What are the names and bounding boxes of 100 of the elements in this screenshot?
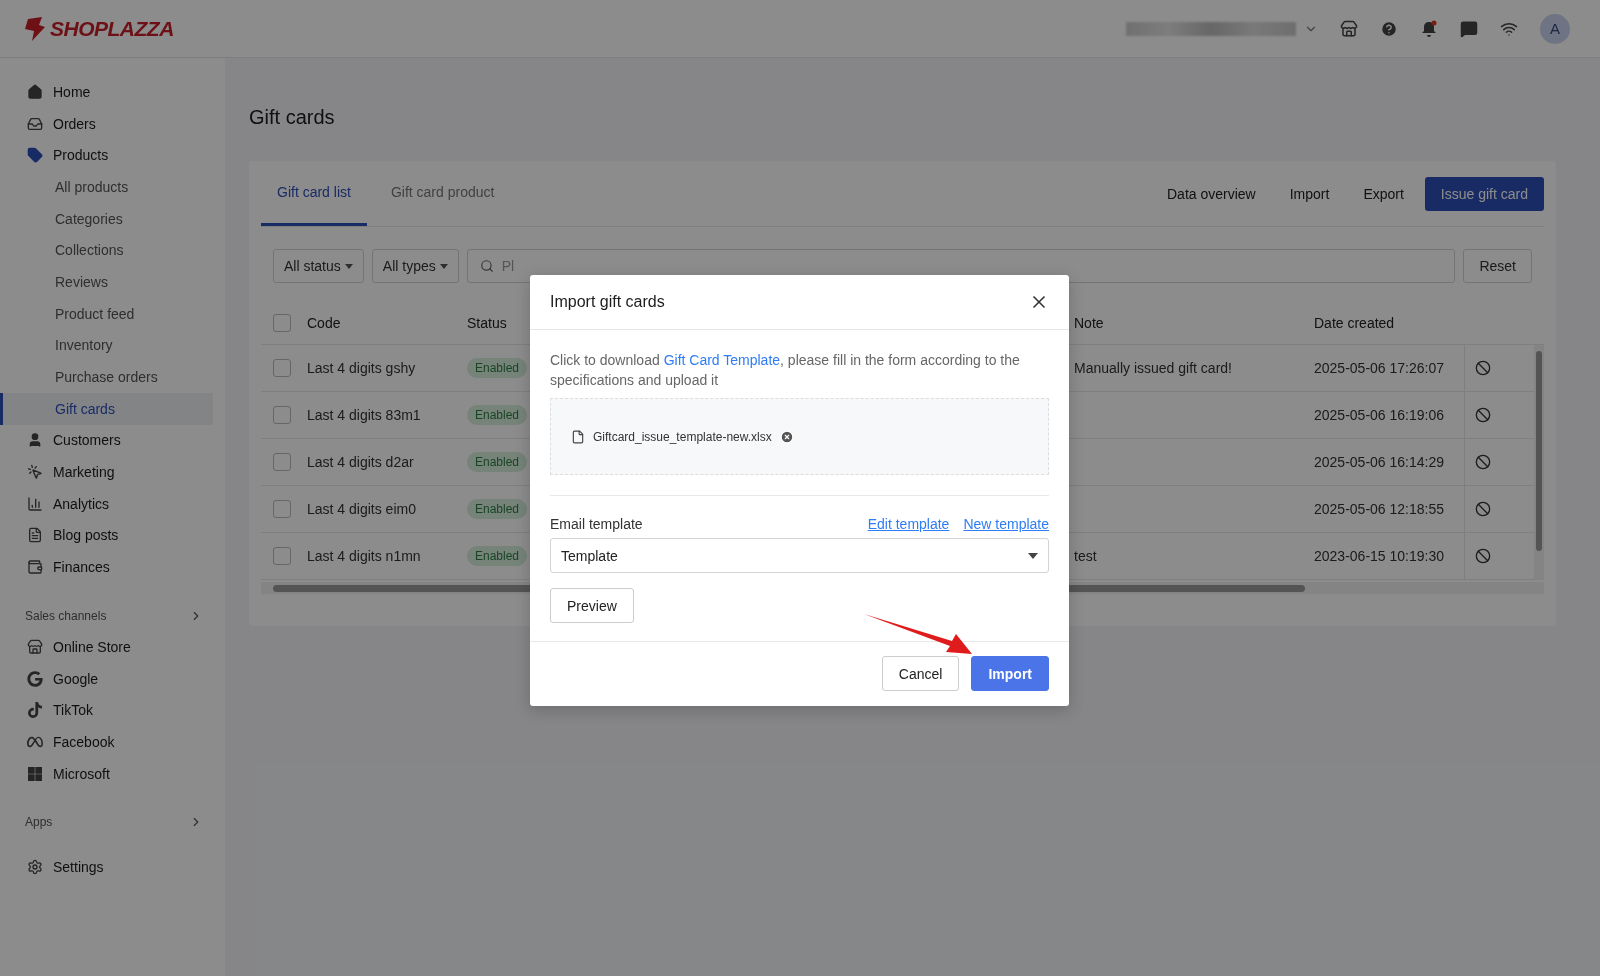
sidebar-item[interactable]: Finances (0, 551, 213, 583)
chat-icon[interactable] (1460, 19, 1478, 38)
table-cell: 2025-05-06 17:26:07 (1314, 360, 1444, 376)
action-button[interactable]: Data overview (1150, 185, 1273, 202)
table-cell: test (1074, 548, 1097, 564)
note-logo-icon (27, 702, 43, 719)
checkbox[interactable] (273, 359, 291, 377)
sidebar-item[interactable]: Analytics (0, 487, 213, 520)
sidebar-item[interactable]: Online Store (0, 631, 213, 663)
search-icon (479, 259, 494, 273)
import-button[interactable]: Import (971, 656, 1049, 691)
settings-icon (27, 859, 43, 876)
wallet-icon (27, 559, 43, 576)
pointer-icon (27, 464, 43, 481)
logo-icon (24, 16, 46, 41)
g-logo-icon (27, 670, 43, 687)
sidebar-item[interactable]: Home (0, 76, 213, 108)
sidebar-subitem[interactable]: Gift cards (0, 392, 213, 425)
checkbox[interactable] (273, 406, 291, 424)
help-icon[interactable] (1380, 19, 1398, 38)
logo-text: SHOPLAZZA (50, 16, 174, 41)
person-icon (27, 432, 43, 449)
caret-icon (439, 263, 448, 269)
column-header: Date created (1314, 314, 1395, 331)
disable-icon[interactable] (1475, 454, 1491, 470)
file-icon (571, 429, 585, 444)
column-header: Code (307, 314, 341, 331)
house-icon (27, 83, 43, 100)
inbox-icon (27, 115, 43, 132)
tab[interactable]: Gift card list (261, 161, 367, 226)
sidebar-subitem[interactable]: All products (0, 171, 213, 203)
avatar[interactable]: A (1540, 13, 1570, 44)
sidebar-item[interactable]: Google (0, 662, 213, 695)
document-icon (27, 527, 43, 544)
scrollbar-thumb[interactable] (1536, 351, 1542, 551)
caret-icon (1028, 552, 1038, 559)
sidebar-subitem[interactable]: Product feed (0, 297, 213, 330)
sidebar-subitem[interactable]: Categories (0, 202, 213, 235)
table-cell: Last 4 digits eim0 (307, 501, 416, 517)
store-icon[interactable] (1340, 19, 1358, 38)
template-link[interactable]: Gift Card Template (663, 352, 781, 368)
table-cell: Manually issued gift card! (1074, 360, 1232, 376)
store-icon (27, 638, 43, 655)
search-placeholder: Pl (501, 258, 515, 274)
tag-icon (27, 147, 43, 164)
sidebar-subitem[interactable]: Purchase orders (0, 361, 213, 393)
status-badge: Enabled (467, 405, 528, 425)
disable-icon[interactable] (1475, 501, 1491, 517)
bar-chart-icon (27, 495, 43, 512)
scrollbar-track[interactable] (1534, 345, 1544, 580)
action-button[interactable]: Import (1272, 185, 1347, 202)
checkbox[interactable] (273, 547, 291, 565)
action-button[interactable]: Export (1346, 185, 1421, 202)
upload-area[interactable]: Giftcard_issue_template-new.xlsx (550, 398, 1049, 475)
issue-gift-card-button[interactable]: Issue gift card (1424, 176, 1544, 211)
filter-dropdown[interactable]: All types (371, 249, 459, 283)
windows-logo-icon (27, 765, 43, 782)
page-title: Gift cards (249, 106, 336, 129)
file-name: Giftcard_issue_template-new.xlsx (593, 429, 772, 444)
column-header: Note (1074, 314, 1104, 331)
sidebar-subitem[interactable]: Collections (0, 234, 213, 267)
sidebar-item[interactable]: Orders (0, 107, 213, 140)
sidebar-item[interactable]: Blog posts (0, 519, 213, 552)
checkbox[interactable] (273, 453, 291, 471)
section-heading: Apps (25, 815, 53, 830)
sidebar-item[interactable]: Products (0, 139, 213, 172)
field-label: Email template (550, 516, 643, 532)
status-badge: Enabled (467, 499, 528, 519)
status-badge: Enabled (467, 452, 528, 472)
sidebar-item[interactable]: Facebook (0, 726, 213, 758)
checkbox[interactable] (273, 500, 291, 518)
table-cell: 2023-06-15 10:19:30 (1314, 548, 1444, 564)
disable-icon[interactable] (1475, 360, 1491, 376)
remove-icon[interactable] (779, 429, 794, 444)
table-cell: Last 4 digits n1mn (307, 548, 421, 564)
reset-button[interactable]: Reset (1463, 249, 1532, 283)
table-cell: Last 4 digits gshy (307, 360, 416, 376)
dialog-title: Import gift cards (550, 293, 665, 311)
sidebar-subitem[interactable]: Inventory (0, 329, 213, 362)
sidebar-item[interactable]: Microsoft (0, 757, 213, 790)
sidebar-item[interactable]: TikTok (0, 694, 213, 727)
checkbox[interactable] (273, 313, 291, 332)
table-cell: 2025-05-06 12:18:55 (1314, 501, 1444, 517)
disable-icon[interactable] (1475, 548, 1491, 564)
disable-icon[interactable] (1475, 407, 1491, 423)
table-cell: 2025-05-06 16:14:29 (1314, 454, 1444, 470)
sidebar-subitem[interactable]: Reviews (0, 266, 213, 298)
template-link[interactable]: New template (963, 516, 1049, 532)
template-link[interactable]: Edit template (867, 516, 950, 532)
cancel-button[interactable]: Cancel (881, 656, 960, 691)
filter-dropdown[interactable]: All status (273, 249, 364, 283)
template-select[interactable]: Template (550, 538, 1049, 573)
instruction-text: Click to download Gift Card Template, please fill in the form according to the specifications and upload it (550, 351, 1021, 390)
table-cell: 2025-05-06 16:19:06 (1314, 407, 1444, 423)
preview-button[interactable]: Preview (550, 588, 634, 623)
status-badge: Enabled (467, 546, 528, 566)
tab[interactable]: Gift card product (374, 161, 511, 226)
sidebar-item[interactable]: Marketing (0, 456, 213, 488)
sidebar-item[interactable]: Settings (0, 851, 213, 884)
bell-icon[interactable] (1420, 19, 1438, 38)
